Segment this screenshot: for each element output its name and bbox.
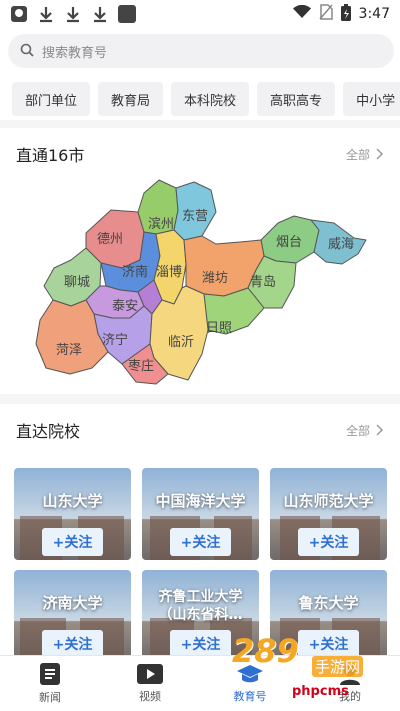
schools-more-link[interactable]: 全部 <box>346 422 384 439</box>
watermark-site: phpcms <box>292 684 349 699</box>
label-qingdao: 青岛 <box>250 274 276 290</box>
label-weifang: 潍坊 <box>202 271 228 286</box>
chip-vocational-colleges[interactable]: 高职高专 <box>257 82 336 116</box>
watermark-sub: 手游网 <box>312 656 364 677</box>
follow-button[interactable]: +关注 <box>298 528 359 556</box>
follow-button[interactable]: +关注 <box>42 630 103 658</box>
label-heze: 菏泽 <box>56 343 82 358</box>
map-section-title: 直通16市 <box>16 146 85 165</box>
search-icon <box>20 42 34 61</box>
school-name: 济南大学 <box>42 594 103 612</box>
follow-button[interactable]: +关注 <box>42 528 103 556</box>
schools-card: 直达院校 全部 山东大学 +关注 中国海洋大学 +关注 山东师范大学 +关注 济… <box>0 404 400 662</box>
tab-video[interactable]: 视频 <box>100 656 200 711</box>
follow-button[interactable]: +关注 <box>170 630 231 658</box>
download-icon <box>64 5 82 23</box>
shandong-map: 德州 滨州 东营 烟台 威海 聊城 济南 淄博 潍坊 青岛 泰安 济宁 日照 临… <box>35 179 367 385</box>
app-notification-icon <box>10 5 28 23</box>
chip-universities[interactable]: 本科院校 <box>171 82 250 116</box>
school-card[interactable]: 中国海洋大学 +关注 <box>142 468 259 560</box>
map-more-link[interactable]: 全部 <box>346 146 384 163</box>
label-liaocheng: 聊城 <box>64 275 90 290</box>
label-zibo: 淄博 <box>156 265 182 280</box>
status-bar: 3:47 <box>0 0 400 28</box>
schools-section-title: 直达院校 <box>16 422 81 441</box>
school-card[interactable]: 济南大学 +关注 <box>14 570 131 662</box>
follow-button[interactable]: +关注 <box>170 528 231 556</box>
status-time: 3:47 <box>358 6 390 22</box>
school-name: 齐鲁工业大学（山东省科… <box>158 589 243 623</box>
school-card[interactable]: 山东大学 +关注 <box>14 468 131 560</box>
school-name: 鲁东大学 <box>298 594 359 612</box>
label-rizhao: 日照 <box>206 321 232 336</box>
school-name: 山东大学 <box>42 492 103 510</box>
wifi-icon <box>292 4 311 23</box>
tab-news[interactable]: 新闻 <box>0 656 100 711</box>
chip-departments[interactable]: 部门单位 <box>12 82 91 116</box>
label-weihai: 威海 <box>328 237 354 252</box>
city-map-card: 直通16市 全部 德州 滨州 东营 烟台 威海 聊城 济南 淄博 潍坊 青岛 泰… <box>0 128 400 394</box>
video-icon <box>137 664 163 684</box>
label-dongying: 东营 <box>182 209 208 224</box>
label-dezhou: 德州 <box>97 232 123 247</box>
chip-education-bureau[interactable]: 教育局 <box>98 82 164 116</box>
label-yantai: 烟台 <box>276 235 302 250</box>
school-name: 中国海洋大学 <box>155 492 246 510</box>
search-placeholder: 搜索教育号 <box>42 45 108 61</box>
header: 搜索教育号 部门单位 教育局 本科院校 高职高专 中小学 <box>0 28 400 120</box>
battery-icon <box>340 3 351 25</box>
tab-video-label: 视频 <box>139 690 161 703</box>
chevron-right-icon <box>376 148 384 160</box>
news-icon <box>40 663 60 685</box>
chevron-right-icon <box>376 424 384 436</box>
label-zaozhuang: 枣庄 <box>128 358 154 374</box>
download-icon <box>37 5 55 23</box>
download-icon <box>91 5 109 23</box>
label-jinan: 济南 <box>122 264 148 280</box>
search-input[interactable]: 搜索教育号 <box>8 34 394 68</box>
watermark-logo: 289 <box>232 632 299 670</box>
no-sim-icon <box>318 4 333 24</box>
school-name: 山东师范大学 <box>283 492 374 510</box>
category-chips: 部门单位 教育局 本科院校 高职高专 中小学 <box>12 82 400 116</box>
school-card[interactable]: 山东师范大学 +关注 <box>270 468 387 560</box>
watermark: 289 手游网 phpcms <box>226 632 386 702</box>
label-linyi: 临沂 <box>168 335 194 350</box>
app-square-icon <box>118 5 136 23</box>
label-jining: 济宁 <box>102 332 128 348</box>
label-binzhou: 滨州 <box>148 216 174 232</box>
chip-primary-secondary-schools[interactable]: 中小学 <box>343 82 400 116</box>
label-taian: 泰安 <box>112 299 138 314</box>
tab-news-label: 新闻 <box>39 691 61 704</box>
